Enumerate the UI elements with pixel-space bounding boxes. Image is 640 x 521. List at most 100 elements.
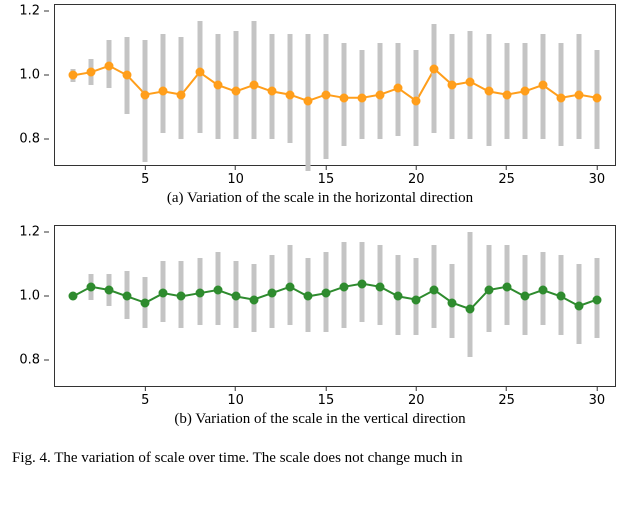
data-point xyxy=(340,93,349,102)
data-point xyxy=(412,97,421,106)
y-tick: 1.2 xyxy=(19,225,55,240)
y-tick-label: 1.2 xyxy=(19,4,40,19)
data-point xyxy=(123,71,132,80)
data-point xyxy=(303,97,312,106)
data-point xyxy=(466,305,475,314)
data-point xyxy=(303,292,312,301)
data-point xyxy=(394,84,403,93)
y-tick-label: 0.8 xyxy=(19,353,40,368)
plot-area-a: 0.81.01.251015202530 xyxy=(54,4,616,166)
data-point xyxy=(87,68,96,77)
data-point xyxy=(267,289,276,298)
data-point xyxy=(267,87,276,96)
y-tick-label: 0.8 xyxy=(19,132,40,147)
x-tick-label: 5 xyxy=(141,393,149,408)
error-bar xyxy=(468,232,473,357)
data-point xyxy=(321,90,330,99)
data-point xyxy=(159,289,168,298)
y-tick-label: 1.0 xyxy=(19,68,40,83)
error-bar xyxy=(576,34,581,140)
y-tick: 0.8 xyxy=(19,353,55,368)
data-point xyxy=(177,90,186,99)
data-point xyxy=(502,282,511,291)
data-point xyxy=(430,286,439,295)
data-point xyxy=(340,282,349,291)
x-tick: 25 xyxy=(498,386,515,408)
data-point xyxy=(394,292,403,301)
x-tick-label: 30 xyxy=(589,393,606,408)
data-point xyxy=(358,279,367,288)
x-tick: 30 xyxy=(589,386,606,408)
data-point xyxy=(538,81,547,90)
data-point xyxy=(538,286,547,295)
data-point xyxy=(376,90,385,99)
x-tick-label: 30 xyxy=(589,172,606,187)
x-tick: 10 xyxy=(227,165,244,187)
data-point xyxy=(177,292,186,301)
data-point xyxy=(556,292,565,301)
data-point xyxy=(285,90,294,99)
y-tick-label: 1.2 xyxy=(19,225,40,240)
data-point xyxy=(574,302,583,311)
data-point xyxy=(141,298,150,307)
data-point xyxy=(484,87,493,96)
error-bar xyxy=(179,37,184,139)
subplot-a: 0.81.01.251015202530 (a) Variation of th… xyxy=(10,4,630,207)
x-tick: 15 xyxy=(318,165,335,187)
data-point xyxy=(412,295,421,304)
data-point xyxy=(87,282,96,291)
data-point xyxy=(448,81,457,90)
caption-b: (b) Variation of the scale in the vertic… xyxy=(10,411,630,428)
error-bar xyxy=(143,40,148,162)
data-point xyxy=(213,81,222,90)
data-point xyxy=(321,289,330,298)
figure-caption: Fig. 4. The variation of scale over time… xyxy=(10,446,630,473)
x-tick-label: 20 xyxy=(408,172,425,187)
y-tick-label: 1.0 xyxy=(19,289,40,304)
error-bar xyxy=(197,21,202,133)
data-point xyxy=(556,93,565,102)
data-point xyxy=(285,282,294,291)
data-point xyxy=(195,68,204,77)
series-line-b xyxy=(55,226,615,386)
data-point xyxy=(592,295,601,304)
data-point xyxy=(249,81,258,90)
data-point xyxy=(69,71,78,80)
x-tick-label: 15 xyxy=(318,172,335,187)
data-point xyxy=(141,90,150,99)
error-bar xyxy=(161,34,166,133)
x-tick-label: 25 xyxy=(498,393,515,408)
data-point xyxy=(213,286,222,295)
x-tick-label: 5 xyxy=(141,172,149,187)
x-tick-label: 15 xyxy=(318,393,335,408)
plot-area-b: 0.81.01.251015202530 xyxy=(54,225,616,387)
data-point xyxy=(159,87,168,96)
x-tick: 10 xyxy=(227,386,244,408)
x-tick: 15 xyxy=(318,386,335,408)
data-point xyxy=(123,292,132,301)
data-point xyxy=(249,295,258,304)
data-point xyxy=(69,292,78,301)
data-point xyxy=(520,292,529,301)
data-point xyxy=(592,93,601,102)
error-bar xyxy=(287,34,292,143)
data-point xyxy=(105,61,114,70)
data-point xyxy=(358,93,367,102)
x-tick: 30 xyxy=(589,165,606,187)
error-bar xyxy=(233,31,238,140)
x-tick-label: 10 xyxy=(227,172,244,187)
x-tick: 5 xyxy=(141,386,149,408)
data-point xyxy=(195,289,204,298)
x-tick: 20 xyxy=(408,386,425,408)
data-point xyxy=(502,90,511,99)
subplot-b: 0.81.01.251015202530 (b) Variation of th… xyxy=(10,225,630,428)
caption-a: (a) Variation of the scale in the horizo… xyxy=(10,190,630,207)
data-point xyxy=(430,65,439,74)
x-tick-label: 20 xyxy=(408,393,425,408)
y-tick: 0.8 xyxy=(19,132,55,147)
data-point xyxy=(484,286,493,295)
data-point xyxy=(574,90,583,99)
data-point xyxy=(466,77,475,86)
data-point xyxy=(231,87,240,96)
data-point xyxy=(105,286,114,295)
